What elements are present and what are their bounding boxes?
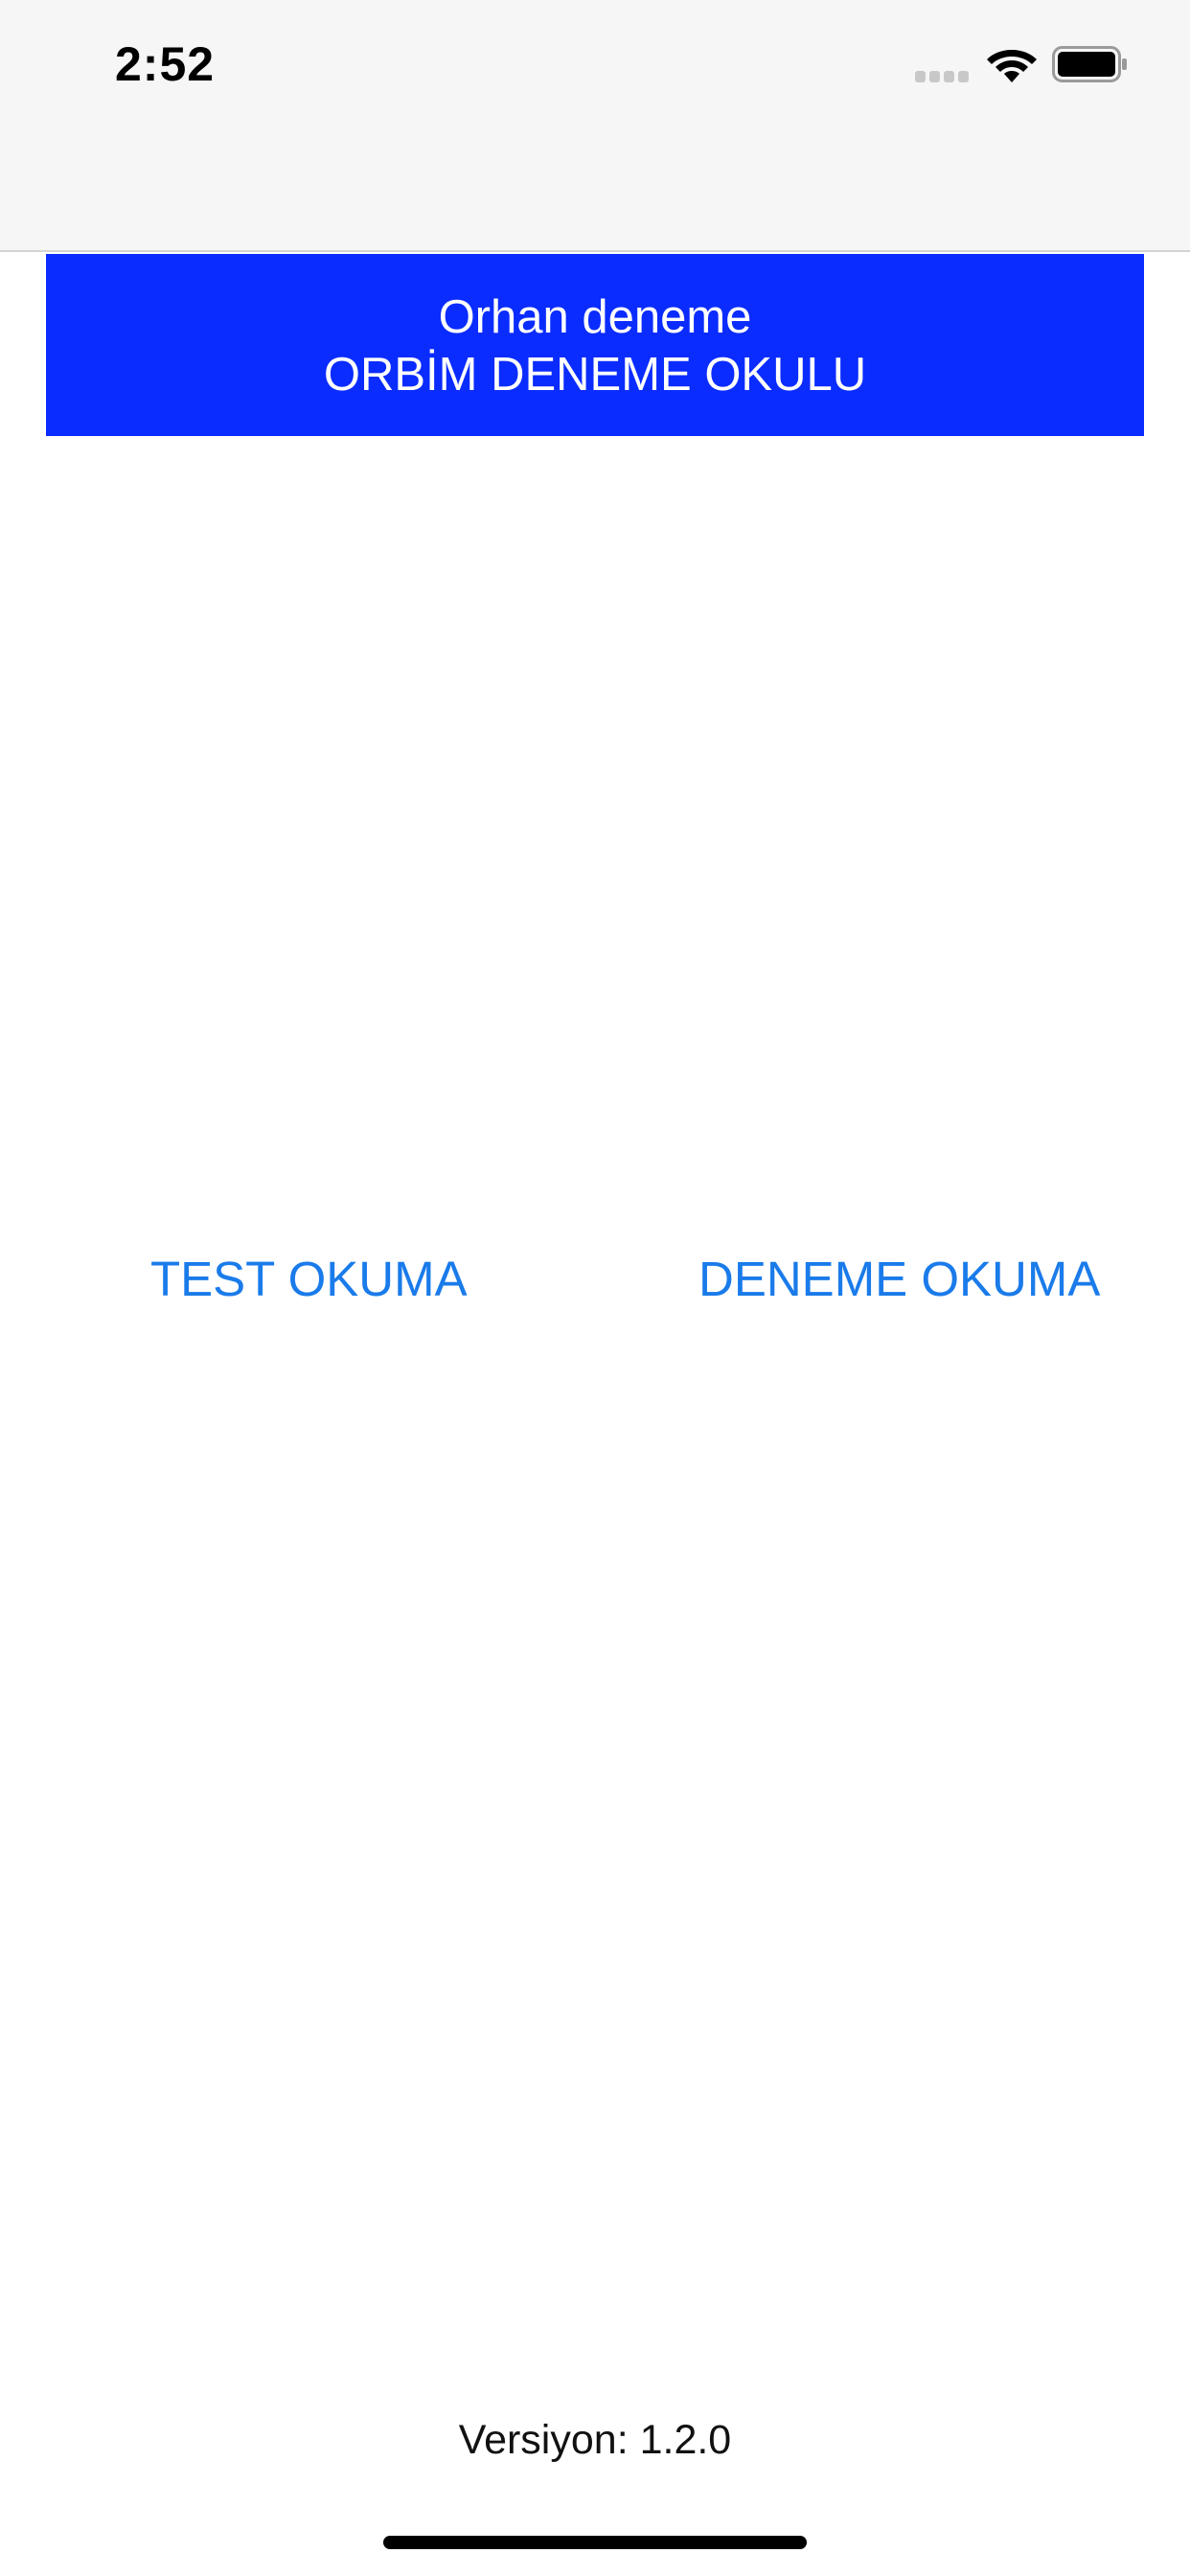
school-name: ORBİM DENEME OKULU bbox=[323, 349, 867, 401]
home-indicator[interactable] bbox=[383, 2536, 807, 2549]
wifi-icon bbox=[987, 50, 1037, 82]
status-time: 2:52 bbox=[115, 37, 216, 91]
battery-icon bbox=[1052, 46, 1127, 82]
header-banner: Orhan deneme ORBİM DENEME OKULU bbox=[46, 254, 1144, 436]
deneme-okuma-button[interactable]: DENEME OKUMA bbox=[698, 1251, 1100, 1307]
app-screen: 2:52 Orhan deneme ORBİM DENEME OKULU TES… bbox=[0, 0, 1190, 2576]
test-okuma-button[interactable]: TEST OKUMA bbox=[150, 1251, 468, 1307]
cellular-signal-icon bbox=[915, 71, 971, 82]
version-label: Versiyon: 1.2.0 bbox=[458, 2417, 732, 2463]
user-name: Orhan deneme bbox=[438, 291, 752, 343]
status-bar: 2:52 bbox=[0, 0, 1190, 252]
